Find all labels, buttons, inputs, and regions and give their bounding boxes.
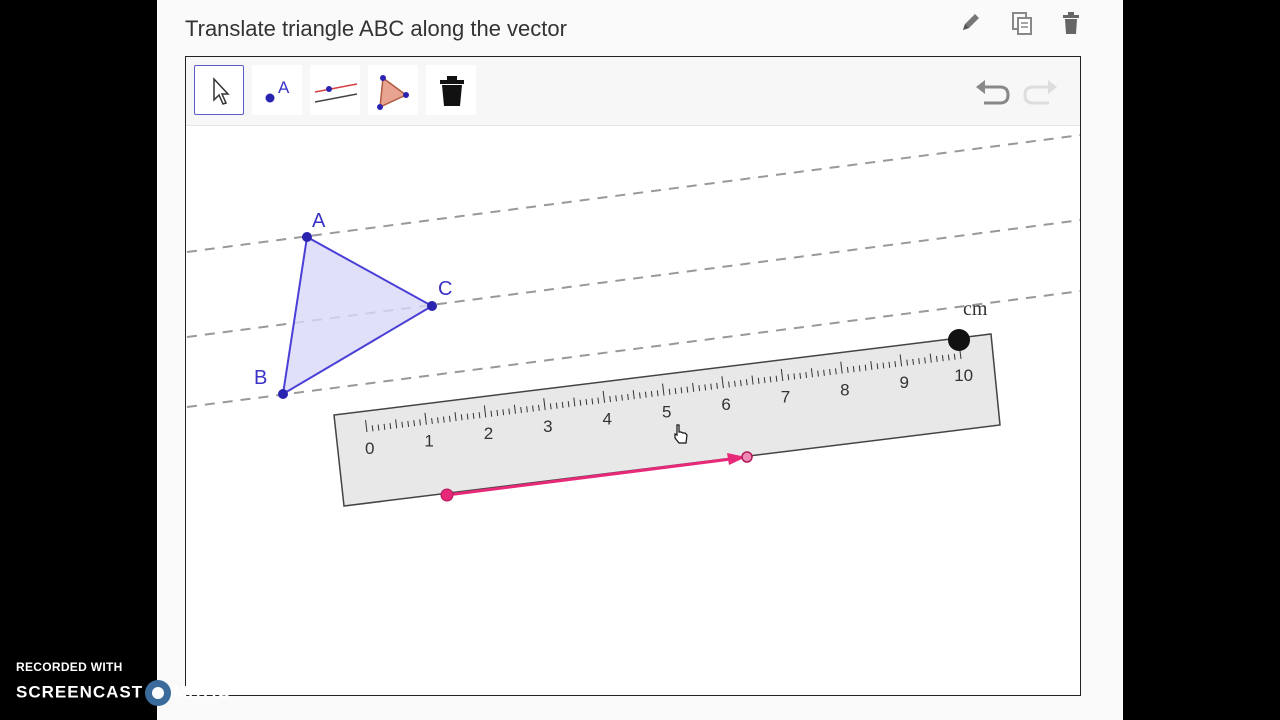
recorded-with-label: RECORDED WITH [16,660,123,674]
ruler-label: 8 [840,380,849,399]
ruler-label: 5 [662,402,671,421]
point-a[interactable] [302,232,312,242]
pointer-arrow-icon [213,77,230,105]
parallel-line-icon [314,83,358,103]
label-b: B [254,367,267,389]
label-a: A [312,210,326,232]
svg-text:A: A [278,78,290,97]
ruler-label: 1 [424,432,433,451]
ruler-rotate-handle[interactable] [948,329,970,351]
label-c: C [438,278,452,300]
vector-end-point[interactable] [741,451,753,463]
toolbar: A [186,57,1080,126]
trash-icon [440,76,464,106]
undo-button[interactable] [972,75,1012,109]
ruler-label: 10 [954,366,973,385]
ruler-label: 4 [603,410,612,429]
ruler[interactable]: 0 1 2 3 4 5 6 7 8 9 10 cm [333,298,1001,507]
undo-icon [976,80,1010,105]
point-tool[interactable]: A [252,65,302,115]
geogebra-applet: A B C 0 1 2 3 4 5 6 7 8 9 10 cm A [185,56,1081,696]
polygon-icon [377,75,409,110]
move-tool[interactable] [194,65,244,115]
vector-start-point[interactable] [440,488,454,502]
graphics-view[interactable]: A B C 0 1 2 3 4 5 6 7 8 9 10 cm [186,57,1081,696]
polygon-tool[interactable] [368,65,418,115]
page-title: Translate triangle ABC along the vector [185,16,567,41]
screencast-watermark: RECORDED WITH SCREENCAST MATIC [16,660,231,706]
ruler-label: 0 [365,439,374,458]
ruler-label: 9 [900,373,909,392]
triangle-abc[interactable] [281,235,435,396]
point-a-icon: A [265,78,290,103]
redo-icon [1023,80,1057,105]
ruler-label: 3 [543,417,552,436]
point-b[interactable] [278,389,288,399]
parallel-line-a[interactable] [186,134,1081,253]
ruler-label: 6 [721,395,730,414]
screencast-logo-icon [145,680,172,706]
parallel-line-tool[interactable] [310,65,360,115]
ruler-unit-label: cm [963,298,988,320]
ruler-label: 2 [484,424,493,443]
pencil-icon[interactable] [959,10,983,36]
delete-tool[interactable] [426,65,476,115]
redo-button[interactable] [1021,75,1061,109]
ruler-label: 7 [781,388,790,407]
screencast-brand: SCREENCAST MATIC [16,680,231,706]
trash-icon[interactable] [1060,10,1084,36]
point-c[interactable] [427,301,437,311]
duplicate-icon[interactable] [1010,10,1034,36]
